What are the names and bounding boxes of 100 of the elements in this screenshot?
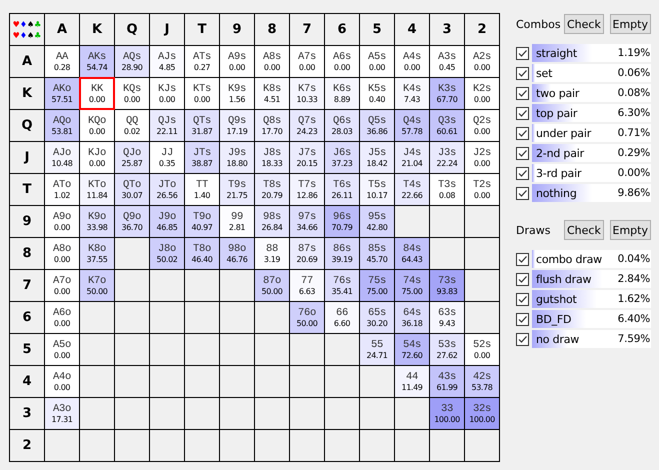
- hand-cell[interactable]: 99 2.81: [220, 206, 254, 237]
- hand-cell[interactable]: JJ 0.35: [150, 142, 184, 173]
- hand-cell[interactable]: Q9o 36.70: [115, 206, 149, 237]
- hand-cell[interactable]: Q3s 60.61: [430, 110, 464, 141]
- hand-cell[interactable]: J4s 21.04: [395, 142, 429, 173]
- hand-cell[interactable]: A9o 0.00: [45, 206, 79, 237]
- checkbox[interactable]: [516, 312, 529, 326]
- hand-cell[interactable]: 64s 36.18: [395, 302, 429, 333]
- hand-cell[interactable]: 98s 26.84: [255, 206, 289, 237]
- hand-cell[interactable]: A3s 0.45: [430, 46, 464, 77]
- hand-cell[interactable]: A3o 17.31: [45, 398, 79, 429]
- hand-cell[interactable]: J5s 18.42: [360, 142, 394, 173]
- hand-cell[interactable]: K8s 4.51: [255, 78, 289, 109]
- hand-cell[interactable]: A4s 0.00: [395, 46, 429, 77]
- hand-cell[interactable]: 52s 0.00: [465, 334, 499, 365]
- hand-cell[interactable]: A9s 0.00: [220, 46, 254, 77]
- hand-cell[interactable]: 76s 35.41: [325, 270, 359, 301]
- checkbox[interactable]: [516, 272, 529, 286]
- hand-cell[interactable]: T7s 12.86: [290, 174, 324, 205]
- hand-cell[interactable]: J6s 37.23: [325, 142, 359, 173]
- hand-cell[interactable]: 43s 61.99: [430, 366, 464, 397]
- hand-cell[interactable]: 44 11.49: [395, 366, 429, 397]
- hand-cell[interactable]: K3s 67.70: [430, 78, 464, 109]
- hand-cell[interactable]: J9s 18.80: [220, 142, 254, 173]
- hand-cell[interactable]: ATs 0.27: [185, 46, 219, 77]
- checkbox[interactable]: [516, 86, 529, 100]
- hand-cell[interactable]: KQo 0.00: [80, 110, 114, 141]
- hand-cell[interactable]: KTo 11.84: [80, 174, 114, 205]
- hand-cell[interactable]: T8s 20.79: [255, 174, 289, 205]
- hand-cell[interactable]: 73s 93.83: [430, 270, 464, 301]
- hand-cell[interactable]: A5s 0.00: [360, 46, 394, 77]
- hand-cell[interactable]: A8o 0.00: [45, 238, 79, 269]
- hand-cell[interactable]: AA 0.28: [45, 46, 79, 77]
- checkbox[interactable]: [516, 126, 529, 140]
- hand-cell[interactable]: A6s 0.00: [325, 46, 359, 77]
- hand-cell[interactable]: K7o 50.00: [80, 270, 114, 301]
- hand-cell[interactable]: K2s 0.00: [465, 78, 499, 109]
- hand-cell[interactable]: QJs 22.11: [150, 110, 184, 141]
- hand-cell[interactable]: A7o 0.00: [45, 270, 79, 301]
- hand-cell[interactable]: JTs 38.87: [185, 142, 219, 173]
- hand-cell[interactable]: A8s 0.00: [255, 46, 289, 77]
- hand-cell[interactable]: 88 3.19: [255, 238, 289, 269]
- hand-cell[interactable]: A4o 0.00: [45, 366, 79, 397]
- hand-cell[interactable]: T8o 46.40: [185, 238, 219, 269]
- hand-cell[interactable]: 85s 45.70: [360, 238, 394, 269]
- hand-cell[interactable]: KQs 0.00: [115, 78, 149, 109]
- hand-cell[interactable]: KJo 0.00: [80, 142, 114, 173]
- hand-cell[interactable]: Q4s 57.78: [395, 110, 429, 141]
- hand-cell[interactable]: Q5s 36.86: [360, 110, 394, 141]
- hand-cell[interactable]: 66 6.60: [325, 302, 359, 333]
- hand-cell[interactable]: JTo 26.56: [150, 174, 184, 205]
- hand-cell[interactable]: 86s 39.19: [325, 238, 359, 269]
- check-button[interactable]: Check: [564, 14, 604, 34]
- hand-cell[interactable]: T3s 0.08: [430, 174, 464, 205]
- hand-cell[interactable]: T9o 40.97: [185, 206, 219, 237]
- hand-cell[interactable]: T6s 26.11: [325, 174, 359, 205]
- hand-cell[interactable]: T2s 0.00: [465, 174, 499, 205]
- hand-cell[interactable]: KJs 0.00: [150, 78, 184, 109]
- hand-cell[interactable]: K4s 7.43: [395, 78, 429, 109]
- hand-cell[interactable]: 32s 100.00: [465, 398, 499, 429]
- hand-cell[interactable]: KK 0.00: [80, 78, 114, 109]
- hand-cell[interactable]: AKo 57.51: [45, 78, 79, 109]
- hand-cell[interactable]: 96s 70.79: [325, 206, 359, 237]
- hand-cell[interactable]: QTo 30.07: [115, 174, 149, 205]
- checkbox[interactable]: [516, 186, 529, 200]
- hand-cell[interactable]: 87o 50.00: [255, 270, 289, 301]
- hand-cell[interactable]: T9s 21.75: [220, 174, 254, 205]
- hand-cell[interactable]: 65s 30.20: [360, 302, 394, 333]
- hand-cell[interactable]: J8s 18.33: [255, 142, 289, 173]
- checkbox[interactable]: [516, 166, 529, 180]
- hand-cell[interactable]: K8o 37.55: [80, 238, 114, 269]
- hand-cell[interactable]: 33 100.00: [430, 398, 464, 429]
- hand-cell[interactable]: 54s 72.60: [395, 334, 429, 365]
- hand-cell[interactable]: QTs 31.87: [185, 110, 219, 141]
- hand-cell[interactable]: K7s 10.33: [290, 78, 324, 109]
- hand-cell[interactable]: 77 6.63: [290, 270, 324, 301]
- hand-cell[interactable]: Q7s 24.23: [290, 110, 324, 141]
- checkbox[interactable]: [516, 332, 529, 346]
- hand-cell[interactable]: 84s 64.43: [395, 238, 429, 269]
- hand-cell[interactable]: ATo 1.02: [45, 174, 79, 205]
- hand-cell[interactable]: J8o 50.02: [150, 238, 184, 269]
- hand-cell[interactable]: T5s 10.17: [360, 174, 394, 205]
- empty-button[interactable]: Empty: [610, 220, 651, 240]
- hand-cell[interactable]: J3s 22.24: [430, 142, 464, 173]
- checkbox[interactable]: [516, 146, 529, 160]
- checkbox[interactable]: [516, 292, 529, 306]
- checkbox[interactable]: [516, 252, 529, 266]
- hand-cell[interactable]: T4s 22.66: [395, 174, 429, 205]
- empty-button[interactable]: Empty: [610, 14, 651, 34]
- checkbox[interactable]: [516, 66, 529, 80]
- hand-cell[interactable]: 98o 46.76: [220, 238, 254, 269]
- hand-cell[interactable]: 63s 9.43: [430, 302, 464, 333]
- check-button[interactable]: Check: [564, 220, 604, 240]
- hand-cell[interactable]: AKs 54.74: [80, 46, 114, 77]
- hand-cell[interactable]: 75s 75.00: [360, 270, 394, 301]
- hand-cell[interactable]: AQo 53.81: [45, 110, 79, 141]
- hand-cell[interactable]: A2s 0.00: [465, 46, 499, 77]
- hand-cell[interactable]: 97s 34.66: [290, 206, 324, 237]
- hand-cell[interactable]: K5s 0.40: [360, 78, 394, 109]
- hand-cell[interactable]: 53s 27.62: [430, 334, 464, 365]
